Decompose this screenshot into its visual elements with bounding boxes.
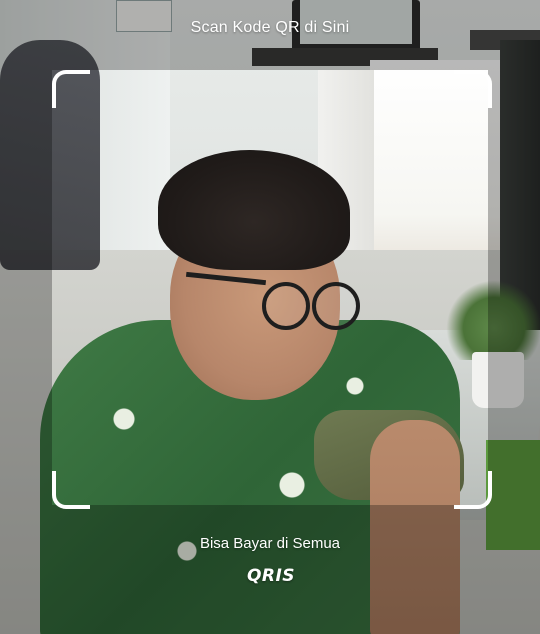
overlay-left — [0, 70, 52, 505]
glasses-lens-right — [312, 282, 360, 330]
viewfinder-corner-top-right-icon — [454, 70, 492, 108]
viewfinder-corner-top-left-icon — [52, 70, 90, 108]
qris-logo: QRIS — [241, 566, 301, 586]
camera-subject-glasses — [262, 282, 360, 330]
viewfinder-corner-bottom-right-icon — [454, 471, 492, 509]
qris-logo-text: QRIS — [246, 566, 296, 586]
viewfinder-corner-bottom-left-icon — [52, 471, 90, 509]
camera-subject-hair — [158, 150, 350, 270]
overlay-right — [488, 70, 540, 505]
qr-scanner-screen: Scan Kode QR di Sini Bisa Bayar di Semua… — [0, 0, 540, 634]
glasses-lens-left — [262, 282, 310, 330]
scan-instruction: Scan Kode QR di Sini — [190, 19, 350, 36]
payment-tagline: Bisa Bayar di Semua — [199, 535, 341, 552]
